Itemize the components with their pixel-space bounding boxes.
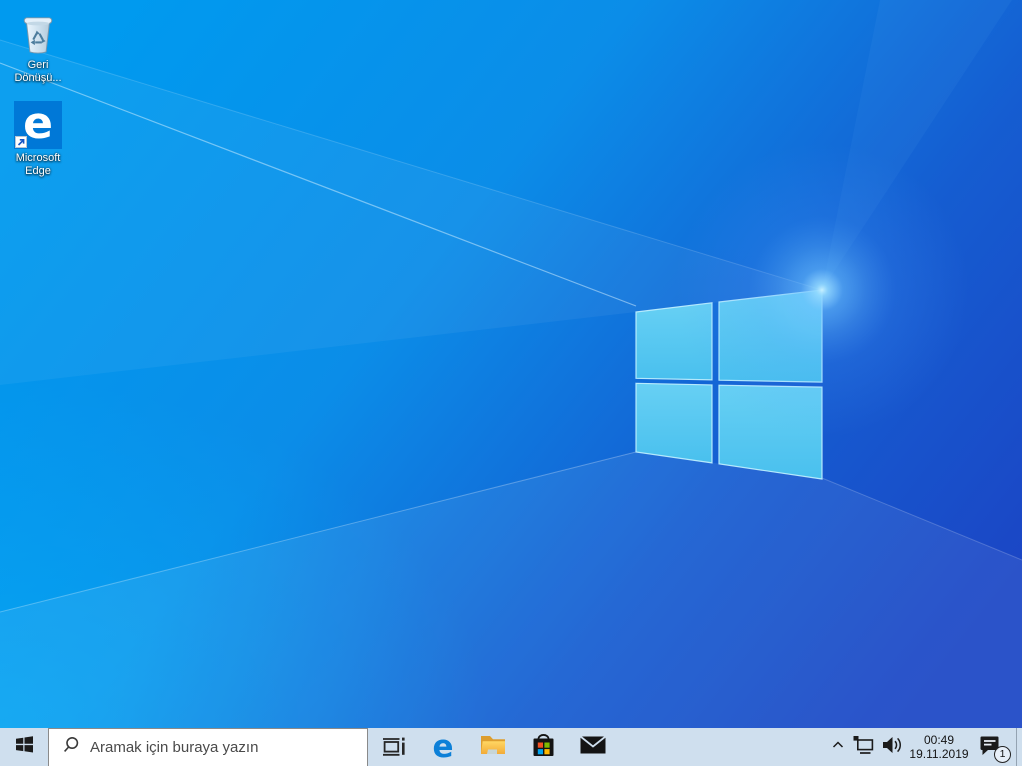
desktop-icon-microsoft-edge[interactable]: e Microsoft Edge [1,99,75,178]
shortcut-arrow-icon [15,136,27,148]
edge-taskbar-button[interactable]: e [418,728,468,766]
task-view-icon [380,732,407,763]
windows-logo-icon [16,736,33,758]
network-icon [852,734,876,761]
microsoft-edge-icon: e [14,101,62,149]
start-button[interactable] [0,728,48,766]
microsoft-store-button[interactable] [518,728,568,766]
desktop[interactable]: Geri Dönüşü... e Microsoft [0,0,1022,728]
search-icon [62,736,80,759]
task-view-button[interactable] [368,728,418,766]
file-explorer-icon [479,733,507,762]
show-desktop-button[interactable] [1016,728,1022,766]
taskbar-search[interactable] [48,728,368,766]
file-explorer-button[interactable] [468,728,518,766]
network-button[interactable] [850,728,878,766]
microsoft-store-icon [530,731,557,764]
edge-icon: e [432,732,453,762]
mail-icon [579,734,607,761]
search-input[interactable] [90,739,367,756]
desktop-icon-recycle-bin[interactable]: Geri Dönüşü... [1,6,75,85]
taskbar: e [0,728,1022,766]
edge-e-glyph: e [23,101,53,147]
tray-overflow-button[interactable] [826,728,850,766]
mail-button[interactable] [568,728,618,766]
windows-desktop-screen: Geri Dönüşü... e Microsoft [0,0,1022,766]
volume-button[interactable] [878,728,906,766]
action-center-button[interactable]: 1 [972,728,1016,766]
notification-badge: 1 [994,746,1011,763]
desktop-wallpaper [0,0,1022,728]
chevron-up-icon [831,738,845,756]
taskbar-clock[interactable]: 00:49 19.11.2019 [906,728,972,766]
desktop-icon-label: Geri Dönüşü... [14,59,61,85]
clock-date: 19.11.2019 [909,747,968,761]
recycle-bin-icon [20,6,56,56]
desktop-icon-label: Microsoft Edge [16,152,61,178]
clock-time: 00:49 [924,733,954,747]
system-tray: 00:49 19.11.2019 1 [826,728,1022,766]
volume-icon [881,734,904,761]
